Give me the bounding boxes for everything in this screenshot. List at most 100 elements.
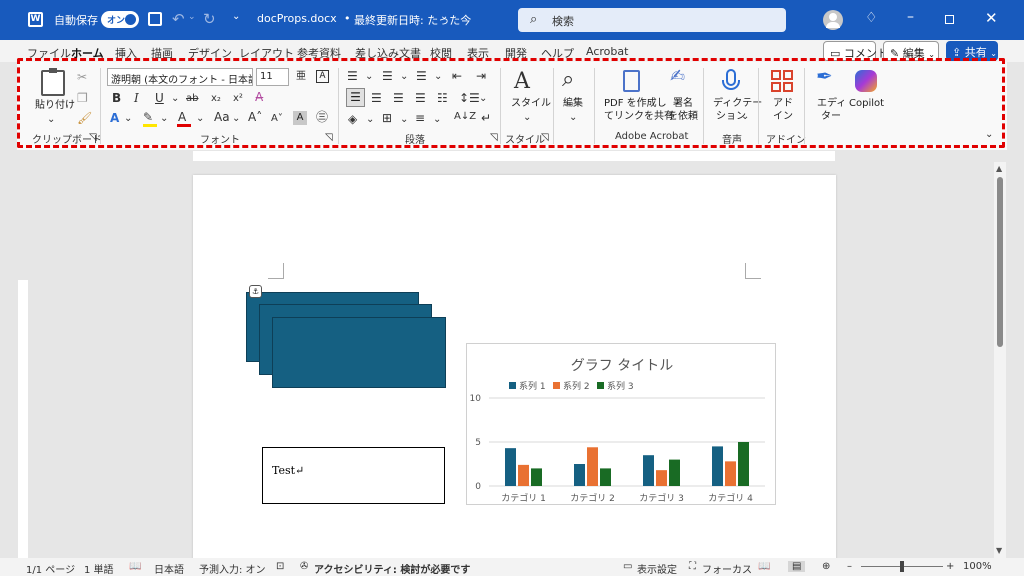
tab-draw[interactable]: 描画 <box>151 45 173 61</box>
scroll-up-icon[interactable]: ▲ <box>996 164 1002 173</box>
italic-button[interactable]: I <box>134 91 139 105</box>
text-effects-icon[interactable]: A <box>110 111 119 125</box>
styles-dropdown-icon[interactable]: ⌄ <box>523 111 531 125</box>
tab-layout[interactable]: レイアウト <box>239 45 294 61</box>
word-count[interactable]: 1 単語 <box>84 561 114 576</box>
undo-icon[interactable]: ↶ <box>172 10 185 28</box>
title-chevron-icon[interactable]: ⌄ <box>440 11 448 22</box>
search-box[interactable]: ⌕ 検索 <box>518 8 786 32</box>
font-color-icon[interactable]: A <box>178 110 186 124</box>
collapse-ribbon-icon[interactable]: ⌄ <box>985 128 993 142</box>
bold-button[interactable]: B <box>112 91 121 105</box>
minimize-icon[interactable]: – <box>907 9 914 25</box>
highlight-dropdown-icon[interactable]: ⌄ <box>160 112 168 126</box>
paste-icon[interactable] <box>41 68 65 96</box>
focus-icon[interactable]: ⛶ <box>689 561 696 572</box>
tips-lightbulb-icon[interactable]: ♢ <box>865 10 878 26</box>
tab-design[interactable]: デザイン <box>188 45 232 61</box>
asian-layout-dropdown-icon[interactable]: ⌄ <box>433 113 441 127</box>
multilevel-list-icon[interactable]: ☰ <box>416 69 427 83</box>
highlight-icon[interactable]: ✎ <box>143 110 153 124</box>
addins-label-1[interactable]: アド <box>773 97 793 110</box>
account-avatar[interactable] <box>823 10 843 30</box>
autosave-toggle[interactable]: オン <box>101 11 139 28</box>
font-name-combo[interactable]: 游明朝 (本文のフォント - 日本語) <box>107 68 253 86</box>
dictate-label-1[interactable]: ディクテー <box>713 97 762 110</box>
comments-button[interactable]: ▭ コメント <box>823 41 888 61</box>
change-case-dropdown-icon[interactable]: ⌄ <box>232 112 240 126</box>
text-predictions[interactable]: 予測入力: オン <box>199 561 266 576</box>
text-effects-dropdown-icon[interactable]: ⌄ <box>124 112 132 126</box>
editing-dropdown-icon[interactable]: ⌄ <box>569 111 577 125</box>
tab-references[interactable]: 参考資料 <box>297 45 341 61</box>
display-settings-icon[interactable]: ▭ <box>623 561 632 572</box>
zoom-slider-thumb[interactable] <box>900 561 904 572</box>
asian-layout-icon[interactable]: ≡ <box>415 111 425 125</box>
underline-dropdown-icon[interactable]: ⌄ <box>171 92 179 106</box>
shrink-font-icon[interactable]: A˅ <box>271 112 283 126</box>
undo-dropdown-icon[interactable]: ⌄ <box>188 12 196 22</box>
format-painter-icon[interactable]: 🖌 <box>77 111 92 125</box>
horizontal-ruler[interactable] <box>36 150 996 162</box>
superscript-button[interactable]: x² <box>233 92 243 106</box>
zoom-level[interactable]: 100% <box>963 561 992 572</box>
editor-label-2[interactable]: ター <box>821 110 841 123</box>
pdf-share-label-1[interactable]: PDF を作成し <box>604 97 667 110</box>
grow-font-icon[interactable]: A˄ <box>248 110 262 124</box>
redo-icon[interactable]: ↻ <box>203 10 216 28</box>
share-button[interactable]: ⇪ 共有 ⌄ <box>946 41 998 61</box>
align-center-icon[interactable]: ☰ <box>371 91 382 105</box>
proofing-icon[interactable]: 📖 <box>129 561 141 572</box>
strikethrough-button[interactable]: ab <box>186 92 198 106</box>
vertical-scrollbar[interactable]: ▲ ▼ <box>994 162 1006 558</box>
rectangle-shape[interactable] <box>272 317 446 388</box>
tab-mailings[interactable]: 差し込み文書 <box>355 45 421 61</box>
show-marks-icon[interactable]: ↵ <box>481 111 491 125</box>
maximize-icon[interactable] <box>945 15 954 24</box>
shading-icon[interactable]: ◈ <box>348 112 357 126</box>
tab-file[interactable]: ファイル <box>27 45 71 61</box>
distributed-icon[interactable]: ☷ <box>437 91 448 105</box>
editing-label[interactable]: 編集 <box>563 97 583 110</box>
tab-help[interactable]: ヘルプ <box>541 45 574 61</box>
justify-icon[interactable]: ☰ <box>415 91 426 105</box>
multilevel-dropdown-icon[interactable]: ⌄ <box>434 70 442 84</box>
styles-label[interactable]: スタイル <box>511 97 551 110</box>
align-right-icon[interactable]: ☰ <box>393 91 404 105</box>
styles-icon[interactable]: A <box>514 70 530 94</box>
borders-icon[interactable]: ⊞ <box>382 111 392 125</box>
last-saved[interactable]: 最終更新日時: たった今 <box>354 12 471 28</box>
tab-developer[interactable]: 開発 <box>505 45 527 61</box>
underline-button[interactable]: U <box>155 91 164 105</box>
line-spacing-icon[interactable]: ↕☰ <box>459 91 480 105</box>
increase-indent-icon[interactable]: ⇥ <box>476 69 486 83</box>
zoom-in-icon[interactable]: + <box>946 561 954 572</box>
addins-icon[interactable] <box>771 70 793 92</box>
paste-dropdown-icon[interactable]: ⌄ <box>47 113 55 127</box>
paste-label[interactable]: 貼り付け <box>35 99 75 112</box>
editing-search-icon[interactable]: ⌕ <box>562 68 574 92</box>
macro-icon[interactable]: ⊡ <box>276 561 284 572</box>
phonetic-guide-icon[interactable]: 亜 <box>296 70 306 84</box>
web-layout-icon[interactable]: ⊕ <box>822 561 830 572</box>
editing-mode-button[interactable]: ✎ 編集 ⌄ <box>883 41 939 61</box>
zoom-out-icon[interactable]: – <box>847 561 852 572</box>
editor-label-1[interactable]: エディ <box>817 97 846 110</box>
scroll-down-icon[interactable]: ▼ <box>996 546 1002 555</box>
addins-label-2[interactable]: イン <box>773 110 793 123</box>
font-color-dropdown-icon[interactable]: ⌄ <box>196 112 204 126</box>
numbering-icon[interactable]: ☰ <box>382 69 393 83</box>
bullets-dropdown-icon[interactable]: ⌄ <box>365 70 373 84</box>
customize-qat-icon[interactable]: ⌄ <box>232 11 240 22</box>
font-launcher-icon[interactable]: ◹ <box>325 131 333 145</box>
text-box-content[interactable]: Test↵ <box>272 464 304 477</box>
borders-dropdown-icon[interactable]: ⌄ <box>400 113 408 127</box>
line-spacing-dropdown-icon[interactable]: ⌄ <box>479 92 487 106</box>
accessibility-icon[interactable]: ✇ <box>300 561 308 572</box>
tab-insert[interactable]: 挿入 <box>115 45 137 61</box>
tab-review[interactable]: 校閲 <box>430 45 452 61</box>
tab-acrobat[interactable]: Acrobat <box>586 45 628 58</box>
cut-icon[interactable]: ✂ <box>77 70 87 84</box>
clipboard-launcher-icon[interactable]: ◹ <box>89 131 97 145</box>
shading-dropdown-icon[interactable]: ⌄ <box>366 113 374 127</box>
